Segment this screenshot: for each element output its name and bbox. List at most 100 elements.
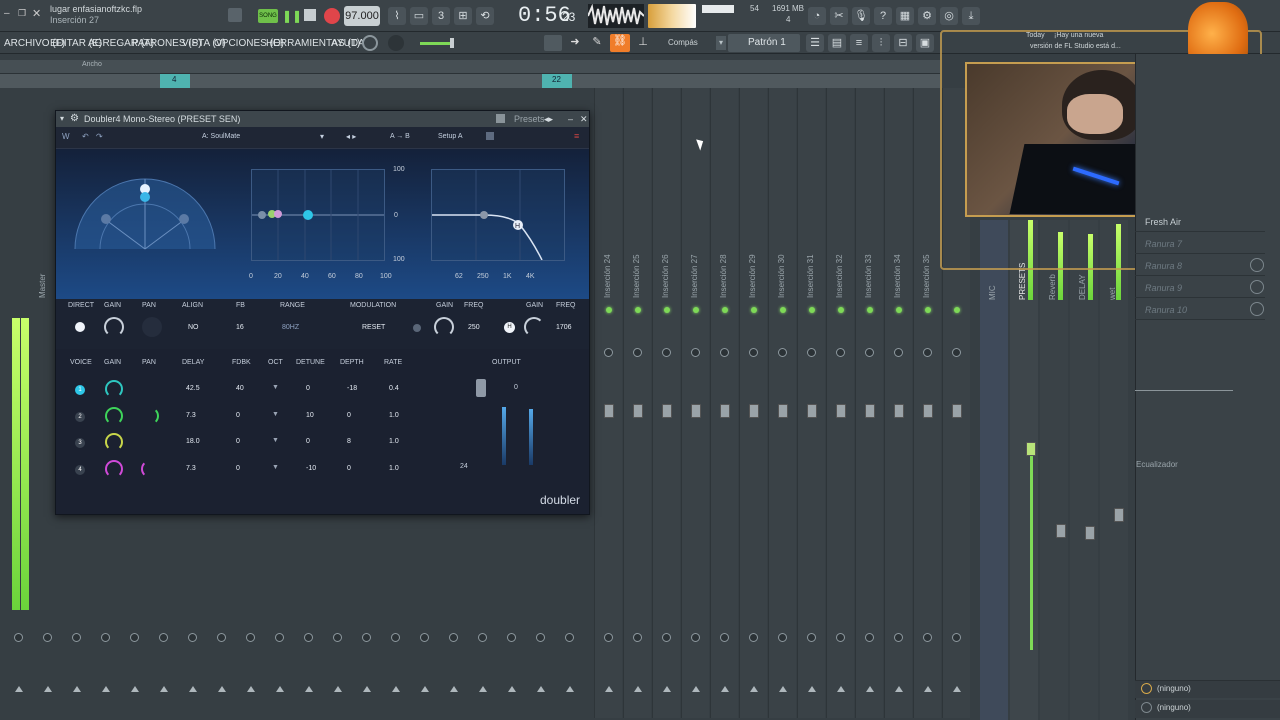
strip-pan-knob[interactable]	[865, 348, 874, 357]
insert-strip[interactable]: Inserción 34	[884, 88, 912, 718]
strip-route-arrow-icon[interactable]	[779, 686, 787, 692]
close-icon[interactable]: ✕	[32, 7, 41, 20]
strip-enable-led[interactable]	[780, 307, 786, 313]
strip-pan-knob[interactable]	[749, 348, 758, 357]
preset-name[interactable]: A: SoulMate	[202, 133, 240, 140]
insert-strip[interactable]: Inserción 24	[594, 88, 622, 718]
strip-route-knob[interactable]	[420, 633, 429, 642]
strip-route-knob[interactable]	[43, 633, 52, 642]
slot-ranura-7[interactable]: Ranura 7	[1135, 234, 1265, 254]
countdown-icon[interactable]: 3	[432, 7, 450, 25]
record-icon[interactable]	[324, 8, 340, 24]
strip-route-knob[interactable]	[865, 633, 874, 642]
strip-pan-knob[interactable]	[807, 348, 816, 357]
plugin-title-bar[interactable]: ▾ ⚙ Doubler4 Mono-Stereo (PRESET SEN) Pr…	[56, 111, 589, 127]
strip-route-arrow-icon[interactable]	[837, 686, 845, 692]
insert-strip[interactable]: Inserción 29	[739, 88, 767, 718]
playlist-view-icon[interactable]: ☰	[806, 34, 824, 52]
strip-route-knob[interactable]	[565, 633, 574, 642]
help-icon[interactable]: ?	[874, 7, 892, 25]
strip-route-arrow-icon[interactable]	[634, 686, 642, 692]
stop-icon[interactable]	[304, 9, 316, 21]
strip-route-knob[interactable]	[691, 633, 700, 642]
voice-fdbk-value[interactable]: 0	[236, 465, 240, 472]
send-row-2[interactable]: (ninguno)	[1135, 700, 1280, 718]
lock-icon[interactable]	[228, 8, 242, 22]
strip-pan-knob[interactable]	[662, 348, 671, 357]
strip-route-arrow-icon[interactable]	[750, 686, 758, 692]
ab-compare-button[interactable]: A → B	[390, 133, 410, 140]
voice-detune-value[interactable]: 10	[306, 412, 314, 419]
stamp-icon[interactable]: ⊥	[634, 35, 652, 51]
strip-route-arrow-icon[interactable]	[537, 686, 545, 692]
mixer-view-icon[interactable]: ⫶	[872, 34, 890, 52]
hf-gain-knob[interactable]	[524, 317, 544, 337]
insert-strip[interactable]: Inserción 26	[652, 88, 680, 718]
voice-oct-dropdown-icon[interactable]: ▼	[272, 411, 279, 418]
insert-strip[interactable]: Inserción 27	[681, 88, 709, 718]
piano-roll-icon[interactable]: ▤	[828, 34, 846, 52]
strip-route-knob[interactable]	[749, 633, 758, 642]
strip-route-arrow-icon[interactable]	[189, 686, 197, 692]
wet-fader[interactable]	[1114, 508, 1124, 522]
collapse-icon[interactable]: ▾	[60, 111, 64, 127]
pattern-selector[interactable]: Patrón 1	[728, 34, 800, 52]
voice-delay-value[interactable]: 18.0	[186, 438, 200, 445]
strip-route-arrow-icon[interactable]	[479, 686, 487, 692]
voice-number[interactable]: 4	[75, 464, 85, 475]
strip-enable-led[interactable]	[954, 307, 960, 313]
voice-depth-value[interactable]: 8	[347, 438, 351, 445]
strip-route-knob[interactable]	[14, 633, 23, 642]
strip-route-knob[interactable]	[449, 633, 458, 642]
lf-freq-value[interactable]: 250	[468, 324, 480, 331]
insert-strip[interactable]: Inserción 25	[623, 88, 651, 718]
voice-number[interactable]: 1	[75, 385, 85, 395]
direct-pan-knob[interactable]	[142, 317, 162, 337]
master-volume-slider[interactable]	[420, 42, 450, 45]
insert-strip[interactable]: Inserción 28	[710, 88, 738, 718]
slot-ranura-8[interactable]: Ranura 8	[1135, 256, 1265, 276]
voice-rate-value[interactable]: 1.0	[389, 438, 399, 445]
voice-detune-value[interactable]: 0	[306, 438, 310, 445]
strip-route-arrow-icon[interactable]	[160, 686, 168, 692]
voice-delay-value[interactable]: 7.3	[186, 465, 196, 472]
strip-wet[interactable]: wet	[1100, 220, 1128, 720]
chat-icon[interactable]: ◎	[940, 7, 958, 25]
send-row-1[interactable]: (ninguno)	[1135, 680, 1280, 698]
strip-route-arrow-icon[interactable]	[866, 686, 874, 692]
strip-route-arrow-icon[interactable]	[131, 686, 139, 692]
strip-route-knob[interactable]	[778, 633, 787, 642]
snap-selector[interactable]: Compás	[668, 38, 698, 47]
strip-route-knob[interactable]	[536, 633, 545, 642]
voice-oct-dropdown-icon[interactable]: ▼	[272, 384, 279, 391]
notification-text2[interactable]: versión de FL Studio está d...	[1030, 43, 1121, 50]
strip-route-knob[interactable]	[159, 633, 168, 642]
range-value[interactable]: 80HZ	[282, 324, 299, 331]
strip-route-arrow-icon[interactable]	[334, 686, 342, 692]
strip-pan-knob[interactable]	[894, 348, 903, 357]
strip-route-knob[interactable]	[130, 633, 139, 642]
strip-route-arrow-icon[interactable]	[363, 686, 371, 692]
strip-pan-knob[interactable]	[720, 348, 729, 357]
strip-route-arrow-icon[interactable]	[721, 686, 729, 692]
strip-volume-fader[interactable]	[778, 404, 788, 418]
strip-route-knob[interactable]	[836, 633, 845, 642]
strip-route-knob[interactable]	[720, 633, 729, 642]
strip-route-arrow-icon[interactable]	[508, 686, 516, 692]
strip-route-knob[interactable]	[188, 633, 197, 642]
master-volume-handle[interactable]	[450, 38, 454, 48]
voice-detune-value[interactable]: -10	[306, 465, 316, 472]
strip-route-knob[interactable]	[633, 633, 642, 642]
eq-graph[interactable]: H	[431, 169, 576, 261]
slot-ranura-9[interactable]: Ranura 9	[1135, 278, 1265, 298]
strip-route-arrow-icon[interactable]	[392, 686, 400, 692]
strip-pan-knob[interactable]	[778, 348, 787, 357]
voice-delay-value[interactable]: 7.3	[186, 412, 196, 419]
strip-volume-fader[interactable]	[633, 404, 643, 418]
voice-oct-dropdown-icon[interactable]: ▼	[272, 464, 279, 471]
strip-delay[interactable]: DELAY	[1070, 220, 1098, 720]
lf-toggle[interactable]	[413, 324, 421, 332]
voice-depth-value[interactable]: -18	[347, 385, 357, 392]
voice-fdbk-value[interactable]: 0	[236, 438, 240, 445]
slot-fresh-air[interactable]: Fresh Air	[1135, 212, 1265, 232]
